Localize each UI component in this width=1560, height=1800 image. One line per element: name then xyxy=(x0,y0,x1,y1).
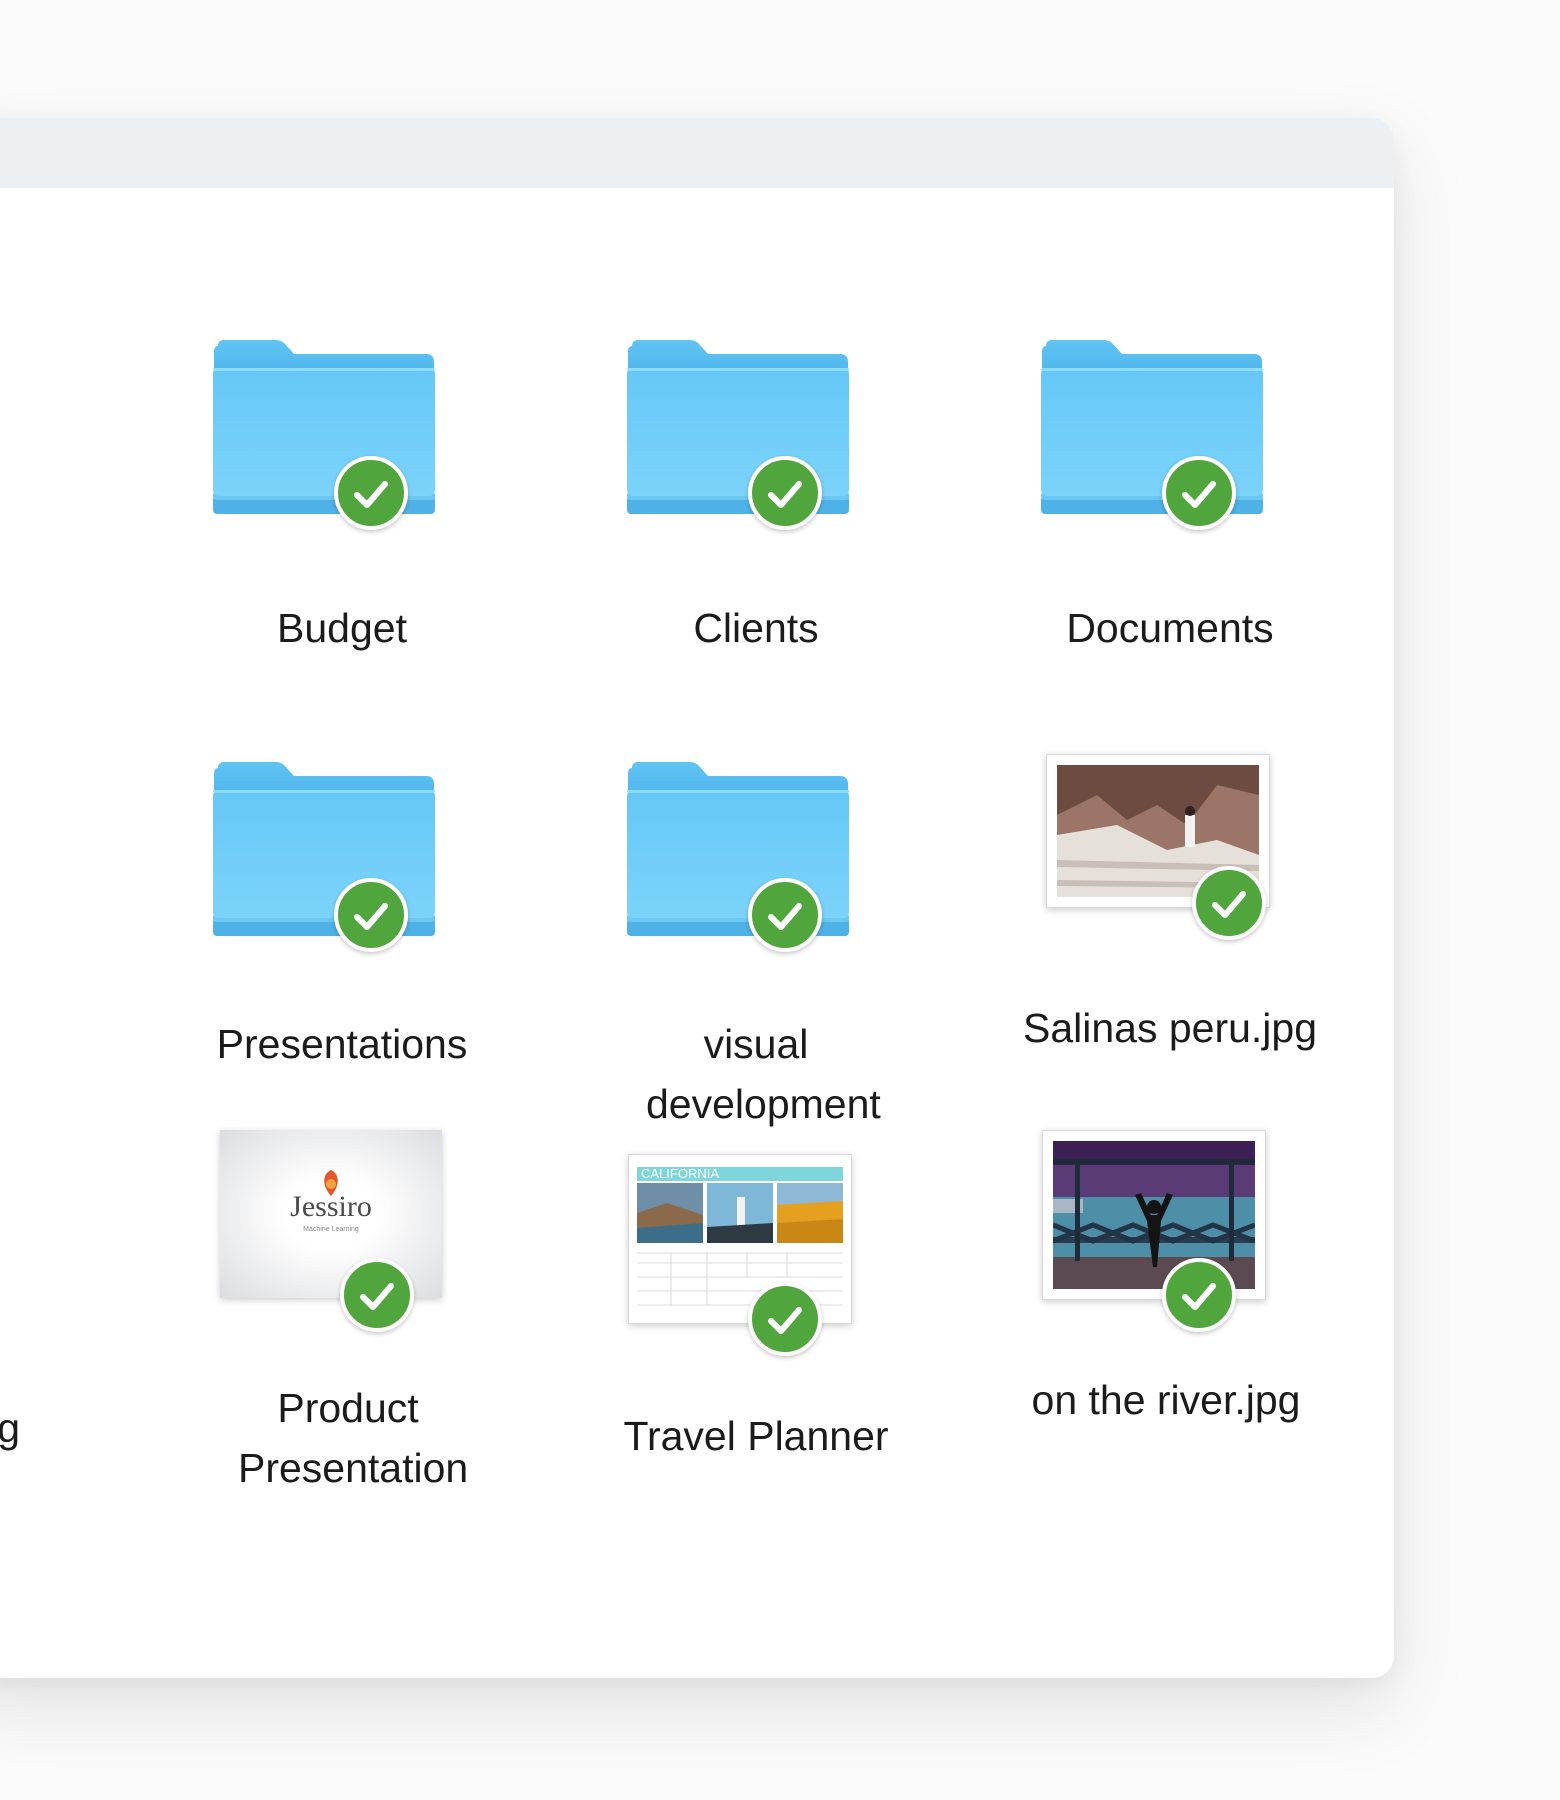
product-tagline-text: Machine Learning xyxy=(303,1226,359,1233)
sync-check-icon xyxy=(748,1282,822,1356)
item-label: .jpg xyxy=(0,1405,20,1451)
planner-photos xyxy=(637,1183,843,1243)
sync-check-icon xyxy=(1162,1258,1236,1332)
sync-check-icon xyxy=(334,878,408,952)
image-thumbnail xyxy=(1042,1130,1266,1300)
item-label: Budget xyxy=(277,605,407,651)
item-label: g xyxy=(0,598,20,658)
sync-check-icon xyxy=(1162,456,1236,530)
presentation-thumbnail: Jessiro Machine Learning xyxy=(220,1130,442,1298)
item-label: Documents xyxy=(1066,605,1274,651)
sync-check-icon xyxy=(748,878,822,952)
item-label: Travel Planner xyxy=(623,1413,889,1459)
planner-title-text: CALIFORNIA xyxy=(641,1166,720,1181)
product-logo-text: Jessiro xyxy=(290,1190,372,1223)
item-label: Clients xyxy=(693,605,819,651)
item-label: visual development xyxy=(646,1021,881,1127)
spreadsheet-thumbnail: CALIFORNIA xyxy=(628,1154,852,1324)
item-label: on the river.jpg xyxy=(1031,1377,1301,1423)
item-label: Presentations xyxy=(216,1021,468,1067)
photo-river-deck xyxy=(1053,1141,1255,1289)
sync-check-icon xyxy=(340,1258,414,1332)
item-label: Salinas peru.jpg xyxy=(1022,1005,1318,1051)
window-titlebar xyxy=(0,118,1394,188)
sync-check-icon xyxy=(1192,866,1266,940)
sync-check-icon xyxy=(334,456,408,530)
item-label: Product Presentation xyxy=(238,1385,469,1491)
finder-window: g Budget Clients Documents xyxy=(0,118,1394,1678)
sync-check-icon xyxy=(748,456,822,530)
